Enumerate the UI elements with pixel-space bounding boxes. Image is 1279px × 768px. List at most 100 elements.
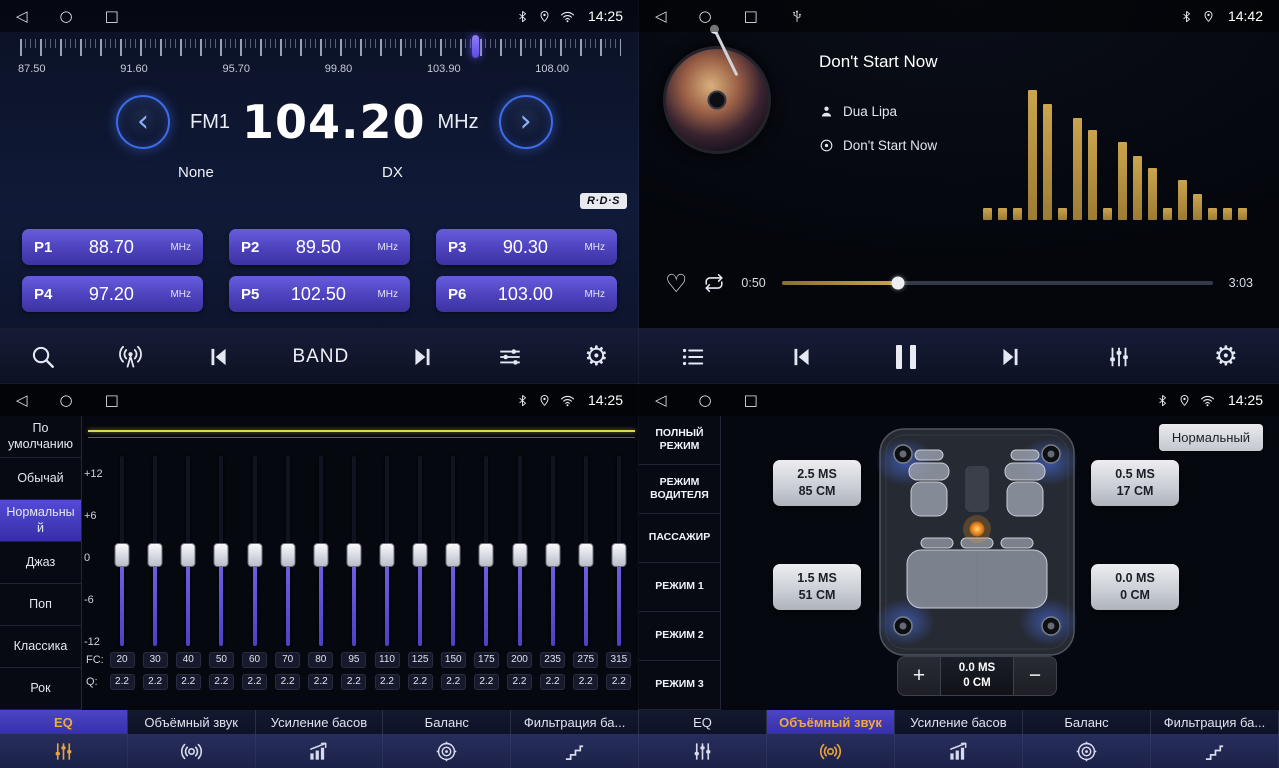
filtering-tab-icon[interactable] xyxy=(511,734,639,768)
eq-preset-classic[interactable]: Классика xyxy=(0,626,81,668)
recents-icon[interactable]: □ xyxy=(105,7,119,25)
eq-slider-handle[interactable] xyxy=(446,543,461,567)
eq-band-slider[interactable] xyxy=(506,456,534,646)
tune-up-button[interactable]: › xyxy=(499,95,553,149)
eq-slider-handle[interactable] xyxy=(181,543,196,567)
tab-balance[interactable]: Баланс xyxy=(383,710,511,734)
tab-eq[interactable]: EQ xyxy=(639,710,767,734)
home-icon[interactable]: ○ xyxy=(699,391,712,409)
frequency-pointer[interactable] xyxy=(472,35,479,58)
eq-band-slider[interactable] xyxy=(539,456,567,646)
eq-band-slider[interactable] xyxy=(241,456,269,646)
tab-eq[interactable]: EQ xyxy=(0,710,128,734)
eq-preset-jazz[interactable]: Джаз xyxy=(0,542,81,584)
eq-slider-handle[interactable] xyxy=(479,543,494,567)
home-icon[interactable]: ○ xyxy=(60,7,73,25)
tune-down-button[interactable]: ‹ xyxy=(116,95,170,149)
home-icon[interactable]: ○ xyxy=(60,391,73,409)
tab-balance[interactable]: Баланс xyxy=(1023,710,1151,734)
eq-band-slider[interactable] xyxy=(307,456,335,646)
eq-band-slider[interactable] xyxy=(472,456,500,646)
repeat-icon[interactable] xyxy=(703,272,725,294)
previous-station-icon[interactable] xyxy=(205,344,231,370)
bass-boost-tab-icon[interactable] xyxy=(256,734,384,768)
recents-icon[interactable]: □ xyxy=(744,391,758,409)
tab-bass-boost[interactable]: Усиление басов xyxy=(256,710,384,734)
eq-slider-handle[interactable] xyxy=(247,543,262,567)
eq-band-slider[interactable] xyxy=(605,456,633,646)
mode-3[interactable]: РЕЖИМ 3 xyxy=(639,661,720,710)
back-icon[interactable]: ◁ xyxy=(16,391,28,409)
equalizer-icon[interactable] xyxy=(497,344,523,370)
delay-increase-button[interactable]: + xyxy=(898,657,940,695)
next-track-icon[interactable] xyxy=(998,344,1024,370)
eq-preset-rock[interactable]: Рок xyxy=(0,668,81,710)
search-icon[interactable] xyxy=(30,344,56,370)
preset-button-p5[interactable]: P5 102.50 MHz xyxy=(229,276,410,312)
eq-preset-pop[interactable]: Поп xyxy=(0,584,81,626)
eq-band-slider[interactable] xyxy=(373,456,401,646)
eq-slider-handle[interactable] xyxy=(115,543,130,567)
delay-front-right-button[interactable]: 0.5 MS 17 CM xyxy=(1091,460,1179,506)
eq-slider-handle[interactable] xyxy=(545,543,560,567)
eq-band-slider[interactable] xyxy=(274,456,302,646)
pause-button[interactable] xyxy=(896,345,916,369)
eq-slider-handle[interactable] xyxy=(512,543,527,567)
eq-band-slider[interactable] xyxy=(340,456,368,646)
eq-band-slider[interactable] xyxy=(108,456,136,646)
surround-preset-button[interactable]: Нормальный xyxy=(1159,424,1263,451)
band-button[interactable]: BAND xyxy=(292,346,349,368)
mode-driver[interactable]: РЕЖИМ ВОДИТЕЛЯ xyxy=(639,465,720,514)
balance-tab-icon[interactable] xyxy=(383,734,511,768)
mode-1[interactable]: РЕЖИМ 1 xyxy=(639,563,720,612)
delay-rear-right-button[interactable]: 0.0 MS 0 CM xyxy=(1091,564,1179,610)
eq-slider-handle[interactable] xyxy=(148,543,163,567)
tab-surround[interactable]: Объёмный звук xyxy=(767,710,895,734)
tab-surround[interactable]: Объёмный звук xyxy=(128,710,256,734)
preset-button-p6[interactable]: P6 103.00 MHz xyxy=(436,276,617,312)
eq-slider-handle[interactable] xyxy=(611,543,626,567)
home-icon[interactable]: ○ xyxy=(699,7,712,25)
eq-band-slider[interactable] xyxy=(174,456,202,646)
delay-decrease-button[interactable]: − xyxy=(1014,657,1056,695)
tab-filtering[interactable]: Фильтрация ба... xyxy=(511,710,639,734)
settings-gear-icon[interactable]: ⚙ xyxy=(584,343,608,370)
next-station-icon[interactable] xyxy=(410,344,436,370)
favorite-heart-icon[interactable]: ♡ xyxy=(665,271,687,296)
back-icon[interactable]: ◁ xyxy=(655,391,667,409)
settings-gear-icon[interactable]: ⚙ xyxy=(1214,343,1238,370)
mode-2[interactable]: РЕЖИМ 2 xyxy=(639,612,720,661)
eq-band-slider[interactable] xyxy=(406,456,434,646)
recents-icon[interactable]: □ xyxy=(105,391,119,409)
eq-preset-default[interactable]: По умолчанию xyxy=(0,416,81,458)
back-icon[interactable]: ◁ xyxy=(16,7,28,25)
eq-tab-icon[interactable] xyxy=(639,734,767,768)
mixer-icon[interactable] xyxy=(1106,344,1132,370)
playlist-icon[interactable] xyxy=(680,344,706,370)
tab-bass-boost[interactable]: Усиление басов xyxy=(895,710,1023,734)
mode-passenger[interactable]: ПАССАЖИР xyxy=(639,514,720,563)
frequency-scale[interactable]: 87.50 91.60 95.70 99.80 103.90 108.00 xyxy=(0,32,639,86)
eq-slider-handle[interactable] xyxy=(380,543,395,567)
preset-button-p1[interactable]: P1 88.70 MHz xyxy=(22,229,203,265)
back-icon[interactable]: ◁ xyxy=(655,7,667,25)
filtering-tab-icon[interactable] xyxy=(1151,734,1279,768)
previous-track-icon[interactable] xyxy=(788,344,814,370)
eq-band-slider[interactable] xyxy=(141,456,169,646)
eq-slider-handle[interactable] xyxy=(313,543,328,567)
surround-tab-icon[interactable] xyxy=(767,734,895,768)
broadcast-scan-icon[interactable] xyxy=(117,343,144,370)
preset-button-p3[interactable]: P3 90.30 MHz xyxy=(436,229,617,265)
eq-slider-handle[interactable] xyxy=(578,543,593,567)
recents-icon[interactable]: □ xyxy=(744,7,758,25)
mode-full[interactable]: ПОЛНЫЙ РЕЖИМ xyxy=(639,416,720,465)
eq-band-slider[interactable] xyxy=(439,456,467,646)
eq-preset-normal[interactable]: Нормальный xyxy=(0,500,81,542)
balance-tab-icon[interactable] xyxy=(1023,734,1151,768)
delay-front-left-button[interactable]: 2.5 MS 85 CM xyxy=(773,460,861,506)
seek-bar[interactable] xyxy=(782,281,1213,285)
eq-slider-handle[interactable] xyxy=(280,543,295,567)
preset-button-p4[interactable]: P4 97.20 MHz xyxy=(22,276,203,312)
seek-knob[interactable] xyxy=(892,277,905,290)
bass-boost-tab-icon[interactable] xyxy=(895,734,1023,768)
